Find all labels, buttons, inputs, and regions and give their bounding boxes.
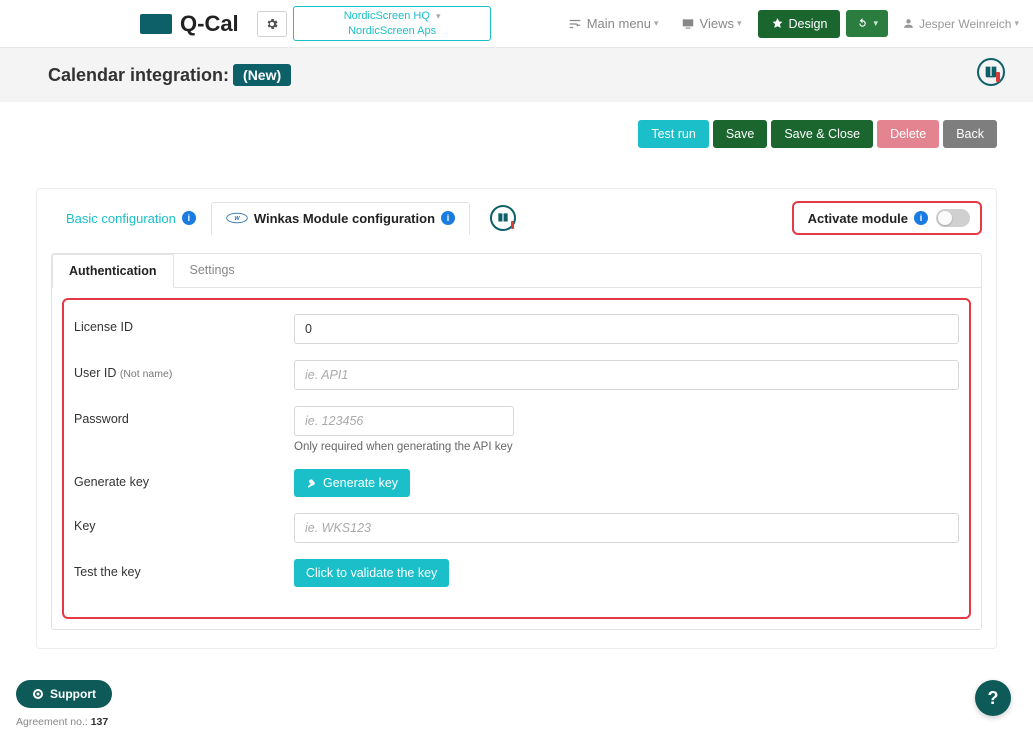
validate-key-button[interactable]: Click to validate the key <box>294 559 449 587</box>
support-button[interactable]: Support <box>16 680 112 708</box>
user-name: Jesper Weinreich <box>919 17 1011 31</box>
views-label: Views <box>700 16 734 31</box>
org-line1: NordicScreen HQ <box>344 10 430 22</box>
activate-label: Activate module <box>808 211 908 226</box>
action-bar: Test run Save Save & Close Delete Back <box>0 102 1033 188</box>
settings-gear-button[interactable] <box>257 11 287 37</box>
row-generate-key: Generate key Generate key <box>74 469 959 497</box>
tab-basic-label: Basic configuration <box>66 211 176 226</box>
info-icon: i <box>182 211 196 225</box>
password-helper-text: Only required when generating the API ke… <box>294 441 959 453</box>
label-key: Key <box>74 513 294 533</box>
refresh-icon <box>856 17 869 30</box>
org-line2: NordicScreen Aps <box>344 24 441 38</box>
org-selector[interactable]: NordicScreen HQ ▾ NordicScreen Aps <box>293 6 492 41</box>
input-key[interactable] <box>294 513 959 543</box>
save-close-button[interactable]: Save & Close <box>771 120 873 148</box>
user-icon <box>902 17 915 30</box>
gear-icon <box>265 17 279 31</box>
views-dropdown[interactable]: Views▾ <box>675 13 748 34</box>
label-user-id: User ID (Not name) <box>74 360 294 380</box>
tab-basic-configuration[interactable]: Basic configuration i <box>51 202 211 235</box>
winkas-icon: W <box>226 211 248 225</box>
back-button[interactable]: Back <box>943 120 997 148</box>
navbar: Q-Cal NordicScreen HQ ▾ NordicScreen Aps… <box>0 0 1033 48</box>
auth-form-highlight: License ID User ID (Not name) <box>62 298 971 619</box>
module-panel: Authentication Settings License ID User … <box>51 253 982 630</box>
tab-winkas-label: Winkas Module configuration <box>254 211 435 226</box>
label-generate-key: Generate key <box>74 469 294 489</box>
input-user-id[interactable] <box>294 360 959 390</box>
sliders-icon <box>568 17 582 31</box>
user-menu[interactable]: Jesper Weinreich▾ <box>902 17 1019 31</box>
input-license-id[interactable] <box>294 314 959 344</box>
config-card: Basic configuration i W Winkas Module co… <box>36 188 997 649</box>
activate-module-control: Activate module i <box>792 201 982 235</box>
page: Calendar integration: (New) Test run Sav… <box>0 48 1033 709</box>
test-run-button[interactable]: Test run <box>638 120 708 148</box>
key-icon <box>306 477 318 489</box>
row-license-id: License ID <box>74 314 959 344</box>
new-badge: (New) <box>233 64 291 86</box>
design-label: Design <box>789 17 828 31</box>
alert-indicator <box>511 221 514 229</box>
chevron-down-icon: ▾ <box>737 18 742 29</box>
book-icon <box>496 211 510 225</box>
page-title: Calendar integration: <box>48 65 229 86</box>
agreement-footer: Agreement no.: 137 <box>16 716 108 728</box>
panel-body: License ID User ID (Not name) <box>52 288 981 629</box>
chevron-down-icon: ▾ <box>1014 18 1019 29</box>
row-password: Password Only required when generating t… <box>74 406 959 453</box>
generate-key-label: Generate key <box>323 476 398 490</box>
brand-logo-block <box>140 14 172 34</box>
chevron-down-icon: ▾ <box>436 11 441 21</box>
main-menu-dropdown[interactable]: Main menu▾ <box>562 13 665 34</box>
config-tabs: Basic configuration i W Winkas Module co… <box>37 189 996 235</box>
alert-indicator <box>996 72 1000 82</box>
refresh-button[interactable]: ▾ <box>846 10 888 37</box>
main-menu-label: Main menu <box>587 16 651 31</box>
chevron-down-icon: ▾ <box>873 18 878 29</box>
save-button[interactable]: Save <box>713 120 768 148</box>
panel-tabs: Authentication Settings <box>52 254 981 288</box>
tab-settings[interactable]: Settings <box>174 254 252 287</box>
label-license-id: License ID <box>74 314 294 334</box>
design-button[interactable]: Design <box>758 10 841 38</box>
info-icon: i <box>441 211 455 225</box>
svg-text:W: W <box>234 216 240 222</box>
help-fab[interactable]: ? <box>975 680 1011 716</box>
delete-button[interactable]: Delete <box>877 120 939 148</box>
row-key: Key <box>74 513 959 543</box>
life-ring-icon <box>32 688 44 700</box>
row-user-id: User ID (Not name) <box>74 360 959 390</box>
activate-toggle[interactable] <box>936 209 970 227</box>
input-password[interactable] <box>294 406 514 436</box>
design-icon <box>771 17 784 30</box>
brand-name: Q-Cal <box>180 11 239 37</box>
generate-key-button[interactable]: Generate key <box>294 469 410 497</box>
tab-winkas-configuration[interactable]: W Winkas Module configuration i <box>211 202 470 235</box>
tab-authentication[interactable]: Authentication <box>52 254 174 288</box>
brand: Q-Cal <box>140 11 239 37</box>
info-icon[interactable]: i <box>914 211 928 225</box>
chevron-down-icon: ▾ <box>654 18 659 29</box>
page-header: Calendar integration: (New) <box>0 48 1033 102</box>
row-test-key: Test the key Click to validate the key <box>74 559 959 587</box>
documentation-button[interactable] <box>977 58 1005 86</box>
monitor-icon <box>681 17 695 31</box>
label-password: Password <box>74 406 294 426</box>
support-label: Support <box>50 687 96 701</box>
label-test-key: Test the key <box>74 559 294 579</box>
